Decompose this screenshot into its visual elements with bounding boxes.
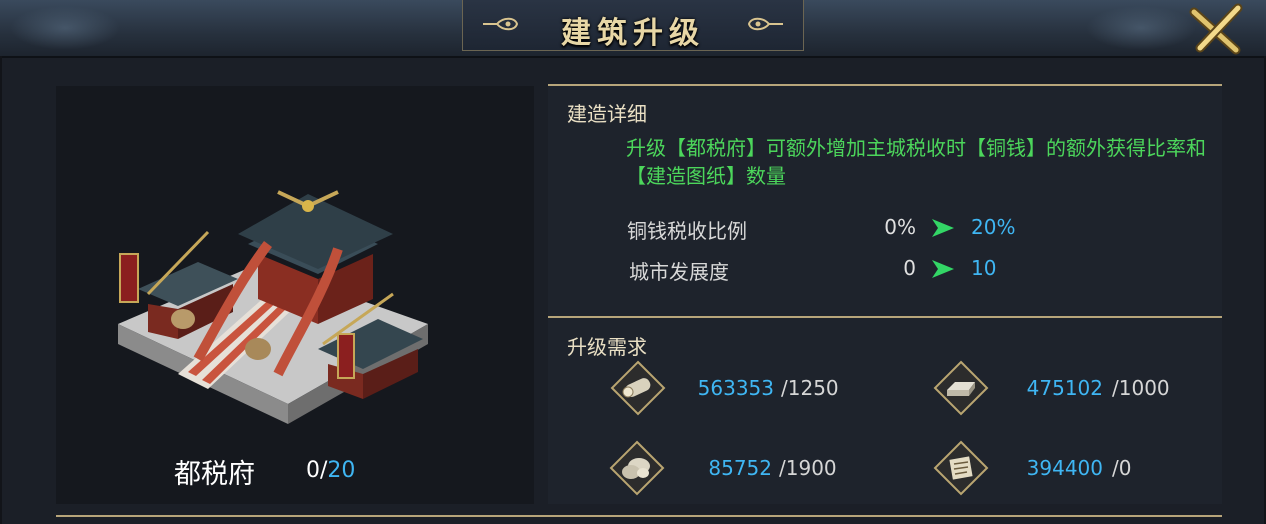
title-ornament-right-icon xyxy=(747,17,783,31)
resource-need-iron: /1000 xyxy=(1112,376,1170,400)
divider-middle xyxy=(548,316,1222,318)
resource-need-blueprint: /0 xyxy=(1112,456,1132,480)
resource-have-stone: 85752 xyxy=(708,456,772,480)
blueprint-scroll-icon xyxy=(933,440,989,496)
header-bar: 建筑升级 xyxy=(0,0,1266,58)
resource-have-iron: 475102 xyxy=(1026,376,1103,400)
stat-label-city-development: 城市发展度 xyxy=(629,260,729,284)
stone-icon xyxy=(609,440,665,496)
stat-old-copper-tax: 0% xyxy=(884,215,916,239)
resource-have-blueprint: 394400 xyxy=(1026,456,1103,480)
arrow-right-icon xyxy=(932,219,954,237)
level-max: 20 xyxy=(327,458,356,483)
level-current: 0 xyxy=(306,458,320,483)
divider-bottom xyxy=(56,515,1222,517)
divider-top xyxy=(548,84,1222,86)
stat-old-city-development: 0 xyxy=(903,256,916,280)
building-name: 都税府 xyxy=(174,459,255,490)
resource-need-stone: /1900 xyxy=(779,456,837,480)
stat-new-copper-tax: 20% xyxy=(971,215,1016,239)
cloud-ornament-right xyxy=(1086,6,1196,50)
cloud-ornament-left xyxy=(10,6,120,50)
wood-log-icon xyxy=(610,360,666,416)
requirements-heading: 升级需求 xyxy=(567,335,647,359)
stat-new-city-development: 10 xyxy=(971,256,997,280)
building-level: 0/20 xyxy=(306,458,355,483)
resource-need-wood: /1250 xyxy=(781,376,839,400)
iron-ingot-icon xyxy=(933,360,989,416)
title-plate: 建筑升级 xyxy=(462,0,804,51)
details-heading: 建造详细 xyxy=(567,102,647,126)
close-icon[interactable] xyxy=(1186,2,1248,56)
arrow-right-icon xyxy=(932,260,954,278)
upgrade-description: 升级【都税府】可额外增加主城税收时【铜钱】的额外获得比率和【建造图纸】数量 xyxy=(626,136,1206,188)
tax-office-building-image xyxy=(118,190,428,424)
resource-have-wood: 563353 xyxy=(697,376,774,400)
building-panel: 都税府 0/20 xyxy=(56,86,534,504)
frame-left-edge xyxy=(0,56,2,524)
stat-label-copper-tax: 铜钱税收比例 xyxy=(627,219,747,243)
